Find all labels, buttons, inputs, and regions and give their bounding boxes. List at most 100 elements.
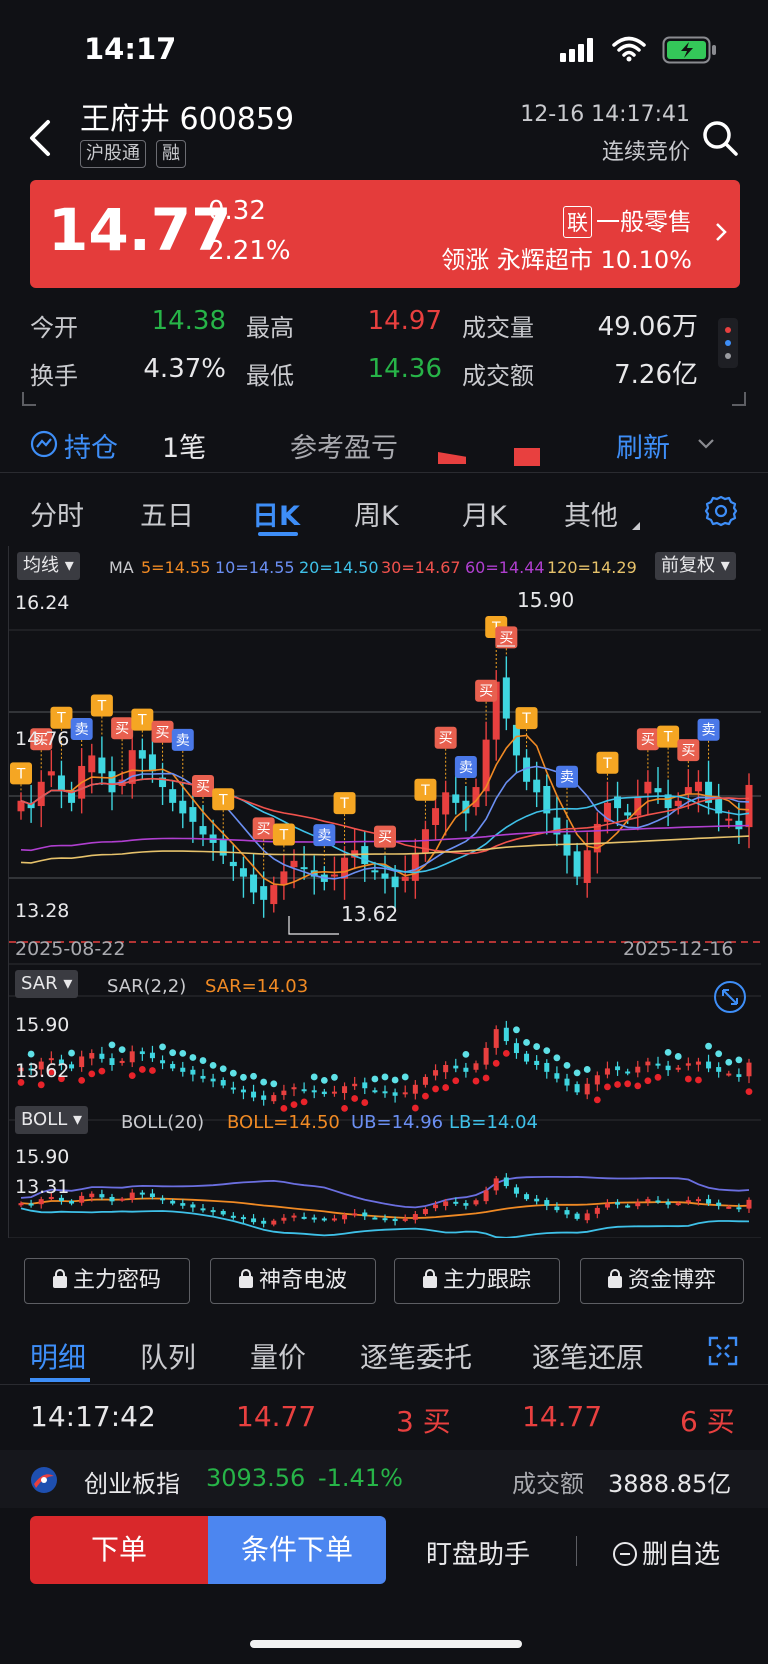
sar-candle-body xyxy=(200,1075,206,1079)
sar-dot xyxy=(280,1104,288,1112)
signal-icon xyxy=(560,38,600,62)
t-marker-label: T xyxy=(218,792,228,808)
boll-candle-body xyxy=(463,1203,469,1206)
boll-candle-body xyxy=(534,1198,540,1202)
boll-candle-body xyxy=(180,1203,186,1206)
sar-dot xyxy=(745,1088,753,1096)
tab-five-day[interactable]: 五日 xyxy=(140,494,194,533)
tab-queue[interactable]: 队列 xyxy=(140,1336,196,1376)
sar-candle-body xyxy=(99,1053,105,1059)
sar-candle-body xyxy=(160,1060,166,1064)
remove-watchlist-button[interactable]: 删自选 xyxy=(612,1534,720,1571)
trade-price: 14.77 xyxy=(522,1400,603,1433)
tool-main-force-code[interactable]: 主力密码 xyxy=(24,1258,190,1304)
sar-dot xyxy=(684,1075,692,1083)
candle-body xyxy=(644,781,652,794)
sar-dot xyxy=(492,1059,500,1067)
open-value: 14.38 xyxy=(151,306,226,336)
boll-candle-body xyxy=(69,1200,75,1204)
active-tab-indicator xyxy=(258,532,298,536)
boll-indicator-select[interactable]: BOLL ▾ xyxy=(15,1106,89,1134)
sar-candle-body xyxy=(584,1083,590,1095)
tab-day-k[interactable]: 日K xyxy=(252,494,300,533)
corner-mark xyxy=(732,392,746,406)
tab-intraday[interactable]: 分时 xyxy=(30,494,84,533)
sar-candle-body xyxy=(362,1082,368,1089)
boll-candle-body xyxy=(220,1210,226,1215)
sar-dot xyxy=(68,1049,75,1057)
tab-detail[interactable]: 明细 xyxy=(30,1336,86,1376)
order-button[interactable]: 下单 xyxy=(30,1516,208,1584)
candle-body xyxy=(411,853,419,881)
t-marker-label: T xyxy=(602,756,612,772)
ma-indicator-select[interactable]: 均线 ▾ xyxy=(17,552,80,580)
boll-candle-body xyxy=(99,1194,105,1198)
watch-assistant-button[interactable]: 盯盘助手 xyxy=(426,1534,530,1571)
active-detail-tab-indicator xyxy=(30,1378,90,1382)
sar-dot xyxy=(331,1073,338,1081)
tab-other[interactable]: 其他 xyxy=(564,494,618,533)
search-icon[interactable] xyxy=(700,118,740,158)
amount-label: 成交额 xyxy=(462,362,534,390)
sar-top-label: 15.90 xyxy=(15,1014,70,1036)
adjust-select[interactable]: 前复权 ▾ xyxy=(655,552,736,580)
index-value: 3093.56 xyxy=(206,1464,306,1492)
sar-candle-body xyxy=(190,1069,196,1075)
tool-magic-wave[interactable]: 神奇电波 xyxy=(210,1258,376,1304)
sar-dot xyxy=(533,1043,541,1050)
sar-indicator-select[interactable]: SAR ▾ xyxy=(15,970,79,998)
chart-panel[interactable]: 均线 ▾ MA 5=14.55 10=14.55 20=14.50 30=14.… xyxy=(8,546,761,1238)
lock-icon xyxy=(607,1269,622,1288)
boll-candle-body xyxy=(331,1218,337,1221)
sar-dot xyxy=(351,1095,359,1102)
candle-body xyxy=(290,860,298,868)
boll-candle-body xyxy=(230,1215,236,1218)
sar-candle-body xyxy=(89,1053,95,1059)
sell-marker-label: 卖 xyxy=(317,828,331,844)
fullscreen-icon[interactable] xyxy=(708,1336,738,1366)
boll-candle-body xyxy=(503,1177,509,1187)
refresh-button[interactable]: 刷新 xyxy=(616,426,670,465)
more-dots-icon[interactable] xyxy=(718,318,738,368)
price-banner[interactable]: 14.77 0.32 2.21% 联一般零售 领涨 永辉超市 10.10% xyxy=(30,180,740,288)
boll-candle-body xyxy=(281,1217,287,1221)
index-ticker[interactable]: 创业板指 3093.56 -1.41% 成交额 3888.85亿 xyxy=(0,1450,768,1508)
sar-value: SAR=14.03 xyxy=(205,976,309,997)
sar-candle-body xyxy=(736,1074,742,1077)
tab-order-by-order[interactable]: 逐笔委托 xyxy=(360,1336,472,1376)
tab-trade-replay[interactable]: 逐笔还原 xyxy=(532,1336,644,1376)
conditional-order-button[interactable]: 条件下单 xyxy=(208,1516,386,1584)
sar-candle-body xyxy=(675,1067,681,1070)
candle-body xyxy=(624,812,632,816)
candle-body xyxy=(573,851,581,877)
index-name: 创业板指 xyxy=(84,1470,180,1498)
back-icon[interactable] xyxy=(24,118,60,158)
candle-body xyxy=(442,792,450,815)
ma10-value: 10=14.55 xyxy=(215,558,295,577)
chevron-down-icon[interactable] xyxy=(696,436,716,452)
amount-value: 7.26亿 xyxy=(614,360,698,390)
stock-title: 王府井 600859 xyxy=(80,102,295,137)
sector-link[interactable]: 联一般零售 xyxy=(563,202,692,238)
tab-week-k[interactable]: 周K xyxy=(354,494,399,533)
candle-body xyxy=(169,789,177,803)
position-row[interactable]: 持仓 1笔 参考盈亏 刷新 xyxy=(0,418,768,470)
sar-candle-body xyxy=(352,1083,358,1087)
tab-volume-price[interactable]: 量价 xyxy=(250,1336,306,1376)
sar-bottom-label: 13.62 xyxy=(15,1060,70,1082)
expand-icon[interactable] xyxy=(713,980,747,1014)
sar-dot xyxy=(169,1049,177,1057)
sar-dot xyxy=(179,1049,187,1057)
sell-marker-label: 卖 xyxy=(459,760,473,776)
trading-state: 连续竞价 xyxy=(601,140,690,165)
ma5-value: 5=14.55 xyxy=(141,558,211,577)
sar-candle-body xyxy=(534,1060,540,1065)
sar-dot xyxy=(462,1051,470,1058)
boll-candle-body xyxy=(483,1190,489,1202)
gear-icon[interactable] xyxy=(704,494,738,528)
tab-month-k[interactable]: 月K xyxy=(462,494,507,533)
tool-main-force-track[interactable]: 主力跟踪 xyxy=(394,1258,560,1304)
tool-capital-game[interactable]: 资金博弈 xyxy=(580,1258,744,1304)
boll-candle-body xyxy=(149,1193,155,1197)
sar-candle-body xyxy=(109,1058,115,1065)
